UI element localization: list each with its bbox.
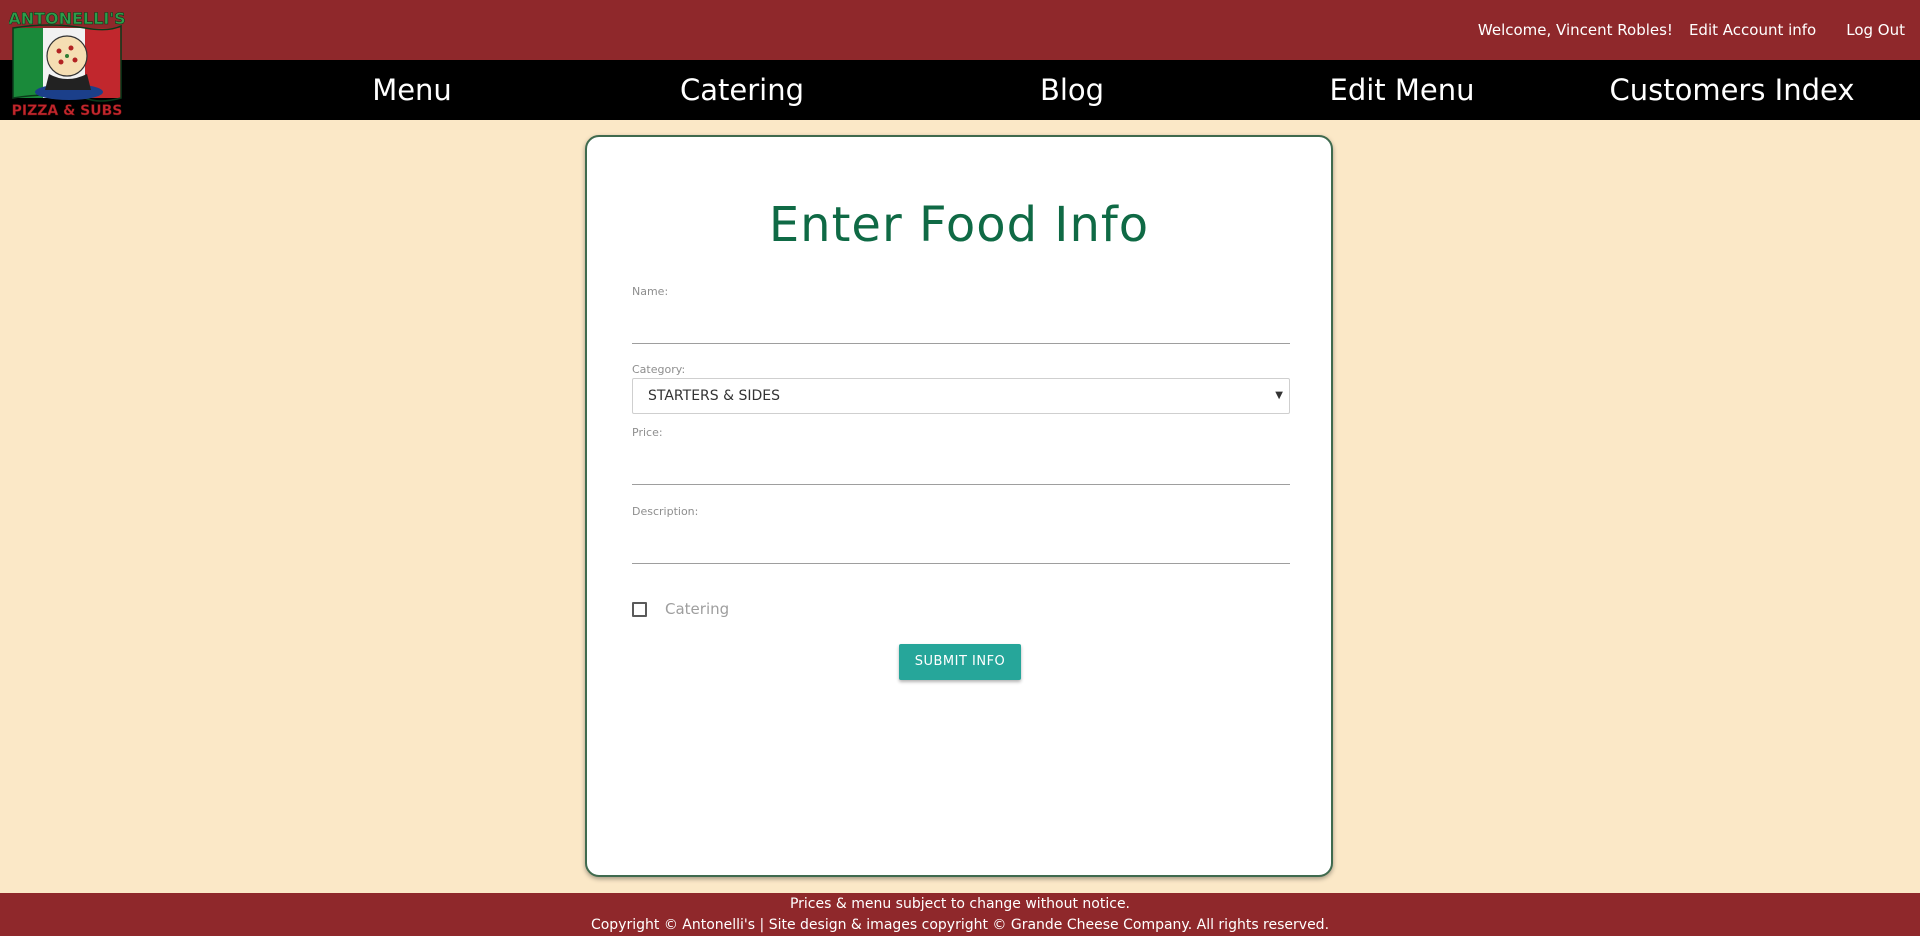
main-nav: Menu Catering Blog Edit Menu Customers I… (0, 60, 1920, 120)
footer-notice: Prices & menu subject to change without … (789, 896, 1131, 912)
category-label: Category: (632, 363, 686, 376)
pizza-chef-logo-icon: ANTONELLI'S PIZZA & SUBS (9, 9, 126, 118)
edit-account-link[interactable]: Edit Account info (1689, 21, 1816, 39)
catering-checkbox-label[interactable]: Catering (665, 600, 729, 618)
category-select[interactable]: STARTERS & SIDES ▼ (632, 378, 1290, 414)
nav-item-edit-menu[interactable]: Edit Menu (1330, 60, 1475, 120)
site-logo[interactable]: ANTONELLI'S PIZZA & SUBS (9, 4, 127, 118)
svg-text:PIZZA & SUBS: PIZZA & SUBS (12, 103, 123, 118)
catering-checkbox-row[interactable]: Catering (632, 599, 729, 619)
price-input[interactable] (632, 454, 1290, 485)
logout-link[interactable]: Log Out (1846, 21, 1905, 39)
site-footer: Prices & menu subject to change without … (0, 893, 1920, 936)
category-selected-value: STARTERS & SIDES (648, 388, 780, 404)
account-links: Welcome, Vincent Robles! Edit Account in… (1478, 0, 1905, 60)
name-label: Name: (632, 285, 669, 298)
dropdown-arrow-icon: ▼ (1275, 390, 1283, 401)
svg-text:ANTONELLI'S: ANTONELLI'S (9, 9, 126, 28)
price-label: Price: (632, 426, 663, 439)
welcome-message: Welcome, Vincent Robles! (1477, 21, 1673, 39)
footer-copyright: Copyright © Antonelli's | Site design & … (590, 917, 1330, 933)
page-title: Enter Food Info (768, 197, 1150, 253)
catering-checkbox[interactable] (632, 601, 647, 617)
nav-item-menu[interactable]: Menu (372, 60, 452, 120)
nav-item-blog[interactable]: Blog (1040, 60, 1104, 120)
top-header: Welcome, Vincent Robles! Edit Account in… (0, 0, 1920, 60)
nav-item-customers-index[interactable]: Customers Index (1609, 60, 1854, 120)
name-input[interactable] (632, 313, 1290, 344)
description-label: Description: (632, 505, 699, 518)
description-input[interactable] (632, 533, 1290, 564)
submit-info-button[interactable]: SUBMIT INFO (899, 644, 1021, 680)
nav-item-catering[interactable]: Catering (680, 60, 804, 120)
food-info-card: Enter Food Info Name: Category: STARTERS… (585, 135, 1333, 877)
